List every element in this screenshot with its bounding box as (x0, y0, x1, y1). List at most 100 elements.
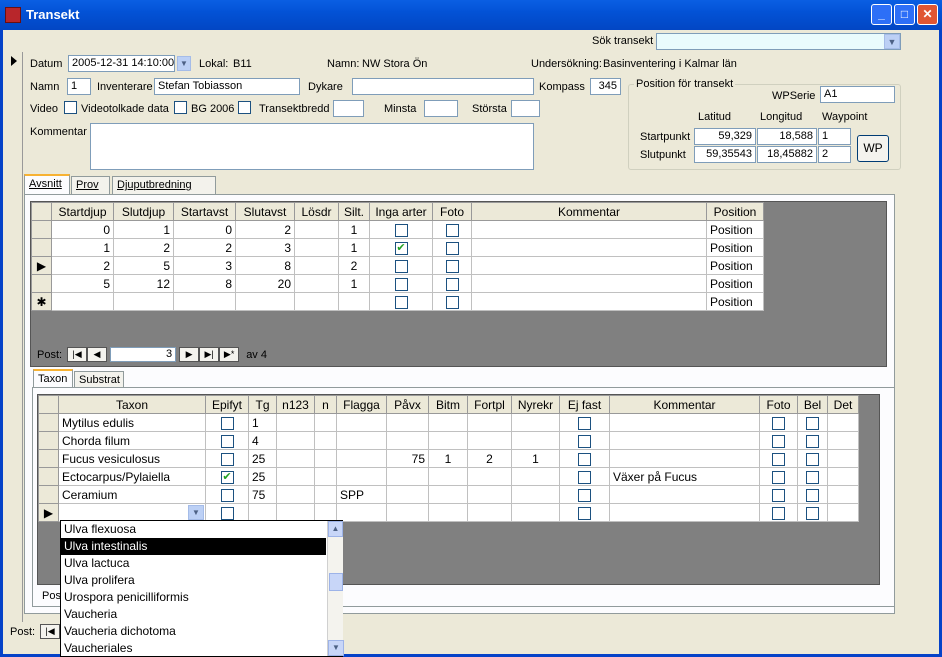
inga-arter-checkbox[interactable] (394, 223, 408, 237)
dropdown-option[interactable]: Vaucheria dichotoma (61, 623, 326, 640)
kommentar-cell[interactable] (471, 238, 707, 257)
foto-checkbox[interactable] (445, 241, 459, 255)
col-startavst[interactable]: Startavst (173, 202, 236, 221)
startavst-cell[interactable]: 3 (173, 256, 236, 275)
dropdown-scrollbar[interactable]: ▲ ▼ (327, 521, 344, 656)
epifyt[interactable] (205, 413, 249, 432)
col-taxon-kommentar[interactable]: Kommentar (609, 395, 760, 414)
inga-arter-checkbox[interactable] (394, 241, 408, 255)
bel[interactable] (797, 467, 828, 486)
maximize-button[interactable]: □ (894, 4, 915, 25)
bitm-cell[interactable] (428, 467, 468, 486)
ej-fast[interactable] (559, 485, 610, 504)
table-row[interactable]: Mytilus edulis 1 (38, 413, 859, 432)
foto[interactable] (432, 238, 472, 257)
slutavst-cell[interactable]: 8 (235, 256, 295, 275)
inga-arter[interactable] (369, 238, 433, 257)
row-selector[interactable] (38, 485, 59, 504)
kommentar-cell[interactable] (471, 292, 707, 311)
position-cell[interactable]: Position (706, 292, 764, 311)
slut-longitud-field[interactable]: 18,45882 (757, 146, 817, 163)
position-cell[interactable]: Position (706, 274, 764, 293)
fortpl-cell[interactable] (467, 485, 512, 504)
col-flagga[interactable]: Flagga (336, 395, 387, 414)
ej-fast[interactable] (559, 413, 610, 432)
bel[interactable] (797, 503, 828, 522)
col-silt[interactable]: Silt. (338, 202, 370, 221)
kommentar-cell[interactable] (471, 274, 707, 293)
bel[interactable] (797, 431, 828, 450)
nyrekr-cell[interactable] (511, 431, 560, 450)
nyrekr-cell[interactable] (511, 503, 560, 522)
first-record-icon[interactable]: |◀ (40, 624, 60, 639)
col-nyrekr[interactable]: Nyrekr (511, 395, 560, 414)
slutdjup-cell[interactable]: 12 (113, 274, 174, 293)
ej-fast-checkbox[interactable] (578, 506, 591, 520)
epifyt[interactable] (205, 503, 249, 522)
row-selector[interactable] (38, 467, 59, 486)
new-record-icon[interactable]: ▶* (219, 347, 240, 362)
startdjup-cell[interactable]: 5 (51, 274, 114, 293)
row-selector[interactable]: ▶ (38, 503, 59, 522)
first-record-icon[interactable]: |◀ (67, 347, 87, 362)
col-startdjup[interactable]: Startdjup (51, 202, 114, 221)
inga-arter-checkbox[interactable] (394, 259, 408, 273)
kommentar-field[interactable] (90, 123, 534, 170)
bel[interactable] (797, 485, 828, 504)
slutavst-cell[interactable] (235, 292, 295, 311)
dropdown-option[interactable]: Vaucheriales (61, 640, 326, 657)
ej-fast[interactable] (559, 467, 610, 486)
table-row[interactable]: ▶ 2 5 3 8 2 Position (31, 256, 764, 275)
det-cell[interactable] (827, 431, 859, 450)
startdjup-cell[interactable] (51, 292, 114, 311)
col-ej-fast[interactable]: Ej fast (559, 395, 610, 414)
epifyt-checkbox[interactable] (220, 488, 234, 502)
dropdown-option[interactable]: Ulva lactuca (61, 555, 326, 572)
foto-checkbox[interactable] (445, 223, 459, 237)
tab-taxon[interactable]: Taxon (33, 369, 73, 389)
next-record-icon[interactable]: ▶ (179, 347, 200, 362)
taxon-kommentar-cell[interactable] (609, 431, 760, 450)
col-kommentar[interactable]: Kommentar (471, 202, 707, 221)
kommentar-cell[interactable] (471, 256, 707, 275)
last-record-icon[interactable]: ▶| (199, 347, 220, 362)
col-pavx[interactable]: Påvx (386, 395, 429, 414)
foto[interactable] (432, 292, 472, 311)
slutavst-cell[interactable]: 20 (235, 274, 295, 293)
dykare-field[interactable] (352, 78, 534, 95)
n123-cell[interactable] (276, 503, 315, 522)
bel-checkbox[interactable] (806, 416, 819, 430)
epifyt[interactable] (205, 485, 249, 504)
n-cell[interactable] (314, 467, 337, 486)
pavx-cell[interactable] (386, 413, 429, 432)
slutdjup-cell[interactable]: 2 (113, 238, 174, 257)
table-row[interactable]: Ectocarpus/Pylaiella 25 Växer på Fucus (38, 467, 859, 486)
fortpl-cell[interactable]: 2 (467, 449, 512, 468)
bg2006-checkbox[interactable] (238, 101, 251, 114)
ej-fast[interactable] (559, 431, 610, 450)
col-epifyt[interactable]: Epifyt (205, 395, 249, 414)
search-transekt-combo[interactable] (656, 33, 901, 50)
inga-arter-checkbox[interactable] (394, 295, 408, 309)
bitm-cell[interactable] (428, 413, 468, 432)
taxon-kommentar-cell[interactable] (609, 449, 760, 468)
inga-arter[interactable] (369, 274, 433, 293)
col-position[interactable]: Position (706, 202, 764, 221)
startdjup-cell[interactable]: 0 (51, 220, 114, 239)
tg-cell[interactable] (248, 503, 277, 522)
taxon-cell[interactable]: Ectocarpus/Pylaiella (58, 467, 206, 486)
dropdown-option[interactable]: Ulva intestinalis (61, 538, 326, 555)
tg-cell[interactable]: 25 (248, 467, 277, 486)
table-row[interactable]: 12231Position (31, 238, 764, 257)
taxon-kommentar-cell[interactable]: Växer på Fucus (609, 467, 760, 486)
taxon-kommentar-cell[interactable] (609, 485, 760, 504)
silt-cell[interactable]: 1 (338, 238, 370, 257)
inventerare-field[interactable]: Stefan Tobiasson (154, 78, 300, 95)
slut-latitud-field[interactable]: 59,35543 (694, 146, 756, 163)
bitm-cell[interactable]: 1 (428, 449, 468, 468)
taxon-foto-checkbox[interactable] (772, 452, 785, 466)
col-n123[interactable]: n123 (276, 395, 315, 414)
col-taxon[interactable]: Taxon (58, 395, 206, 414)
col-foto[interactable]: Foto (432, 202, 472, 221)
losdr-cell[interactable] (294, 256, 339, 275)
